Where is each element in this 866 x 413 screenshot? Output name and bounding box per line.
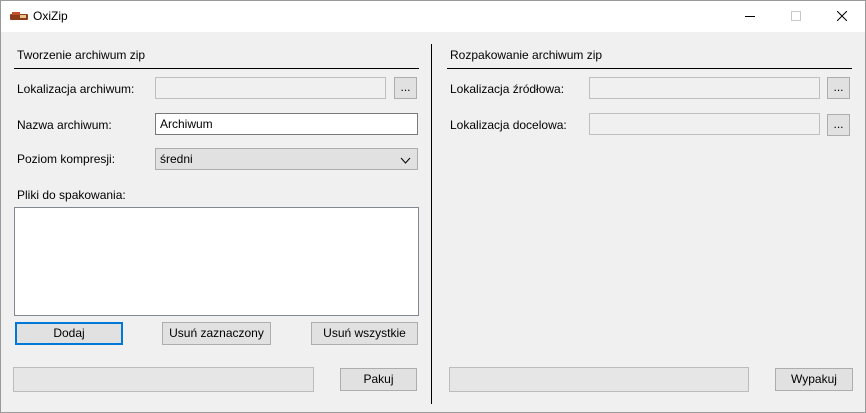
create-section-divider [14,68,419,69]
app-icon [9,10,29,22]
remove-selected-button[interactable]: Usuń zaznaczony [162,322,271,345]
minimize-button[interactable] [727,1,773,32]
close-icon [836,10,848,24]
title-bar[interactable]: OxiZip [1,1,865,32]
maximize-icon [791,10,801,24]
close-button[interactable] [819,1,865,32]
create-section-title: Tworzenie archiwum zip [17,48,146,62]
archive-location-input[interactable] [156,78,385,98]
extract-section-divider [447,68,852,69]
files-to-pack-label: Pliki do spakowania: [17,188,126,202]
archive-name-input[interactable] [156,114,417,134]
remove-all-button[interactable]: Usuń wszystkie [311,322,418,345]
add-file-button[interactable]: Dodaj [15,322,123,345]
destination-location-label: Lokalizacja docelowa: [450,118,567,132]
files-to-pack-list[interactable] [14,207,419,316]
unpack-button[interactable]: Wypakuj [775,368,853,391]
archive-location-field[interactable] [155,77,386,99]
compression-level-label: Poziom kompresji: [17,152,116,166]
app-window: OxiZip Tworzenie archiwum zip Lokalizacj… [0,0,866,413]
section-separator [431,44,432,404]
extract-section-title: Rozpakowanie archiwum zip [450,48,603,62]
compression-level-value: średni [160,152,193,166]
destination-location-input[interactable] [590,114,819,134]
pack-progress-bar [13,367,314,392]
source-location-field[interactable] [589,77,820,99]
archive-location-browse-button[interactable]: ... [394,77,417,99]
archive-location-label: Lokalizacja archiwum: [17,82,135,96]
source-location-browse-button[interactable]: ... [827,77,850,99]
archive-name-field[interactable] [155,113,418,135]
unpack-progress-bar [449,367,749,392]
chevron-down-icon [400,154,411,168]
destination-location-browse-button[interactable]: ... [827,114,850,136]
minimize-icon [745,10,755,24]
pack-button[interactable]: Pakuj [340,368,417,391]
compression-level-select[interactable]: średni [155,148,418,170]
source-location-label: Lokalizacja źródłowa: [450,82,565,96]
maximize-button[interactable] [773,1,819,32]
destination-location-field[interactable] [589,113,820,135]
archive-name-label: Nazwa archiwum: [17,118,112,132]
window-title: OxiZip [33,9,68,23]
source-location-input[interactable] [590,78,819,98]
